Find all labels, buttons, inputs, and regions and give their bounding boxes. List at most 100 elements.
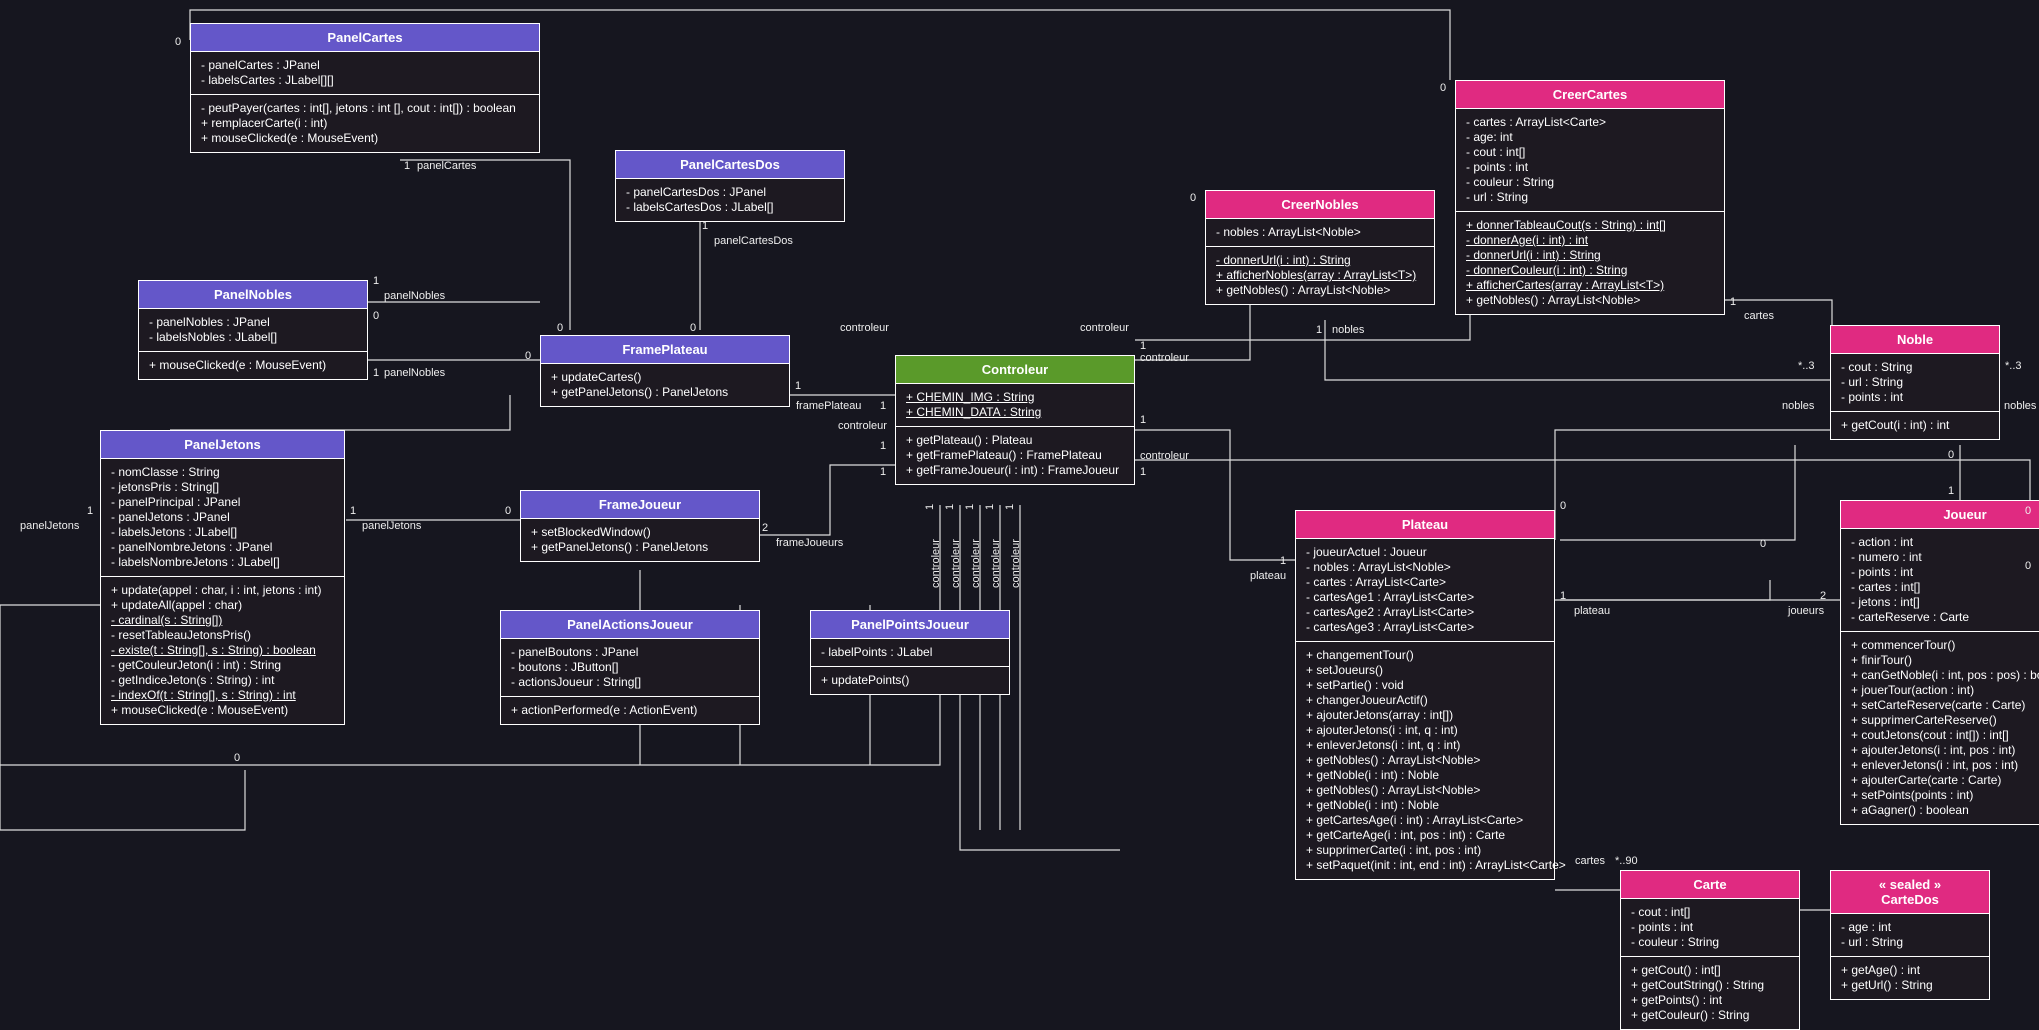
role: cartes	[1744, 310, 1774, 322]
mult: 1	[404, 160, 410, 172]
op: + getPlateau() : Plateau	[906, 433, 1124, 448]
role: cartes	[1575, 855, 1605, 867]
mult: 0	[175, 36, 181, 48]
op: + supprimerCarte(i : int, pos : int)	[1306, 843, 1544, 858]
op: - existe(t : String[], s : String) : boo…	[111, 643, 334, 658]
mult: 0	[525, 350, 531, 362]
mult: 0	[1560, 500, 1566, 512]
attr: - panelCartesDos : JPanel	[626, 185, 834, 200]
op: + setCarteReserve(carte : Carte)	[1851, 698, 2039, 713]
attr: - jetonsPris : String[]	[111, 480, 334, 495]
role: controleur	[930, 539, 942, 588]
role: panelNobles	[384, 367, 445, 379]
attr: - nobles : ArrayList<Noble>	[1306, 560, 1544, 575]
role: framePlateau	[796, 400, 861, 412]
mult: *..3	[1798, 360, 1815, 372]
attrs: - cout : int[] - points : int - couleur …	[1621, 899, 1799, 957]
class-CreerCartes: CreerCartes - cartes : ArrayList<Carte> …	[1455, 80, 1725, 315]
attrs: - nobles : ArrayList<Noble>	[1206, 219, 1434, 247]
class-title: PanelActionsJoueur	[501, 611, 759, 639]
attr: - jetons : int[]	[1851, 595, 2039, 610]
attrs: - cartes : ArrayList<Carte> - age: int -…	[1456, 109, 1724, 212]
attr: - labelsJetons : JLabel[]	[111, 525, 334, 540]
mult: 1	[373, 275, 379, 287]
attrs: + CHEMIN_IMG : String + CHEMIN_DATA : St…	[896, 384, 1134, 427]
role: controleur	[990, 539, 1002, 588]
op: + mouseClicked(e : MouseEvent)	[201, 131, 529, 146]
attr: - labelsCartesDos : JLabel[]	[626, 200, 834, 215]
op: + update(appel : char, i : int, jetons :…	[111, 583, 334, 598]
role: controleur	[840, 322, 889, 334]
mult: 1	[1004, 504, 1016, 510]
mult: 1	[924, 504, 936, 510]
mult: 1	[1948, 485, 1954, 497]
role: panelCartes	[417, 160, 476, 172]
op: + setPoints(points : int)	[1851, 788, 2039, 803]
attr: - url : String	[1841, 935, 1979, 950]
role: frameJoueurs	[776, 537, 843, 549]
attr: - cartesAge3 : ArrayList<Carte>	[1306, 620, 1544, 635]
class-title: CreerNobles	[1206, 191, 1434, 219]
attr: - url : String	[1841, 375, 1989, 390]
mult: 2	[762, 522, 768, 534]
role: controleur	[1080, 322, 1129, 334]
class-title: PanelNobles	[139, 281, 367, 309]
role: controleur	[1140, 352, 1189, 364]
mult: 1	[964, 504, 976, 510]
mult: 0	[1948, 449, 1954, 461]
op: + updateAll(appel : char)	[111, 598, 334, 613]
mult: 0	[234, 752, 240, 764]
attr: - joueurActuel : Joueur	[1306, 545, 1544, 560]
ops: + commencerTour() + finirTour() + canGet…	[1841, 632, 2039, 824]
class-title: Joueur	[1841, 501, 2039, 529]
attr: - cartes : int[]	[1851, 580, 2039, 595]
attr: - labelsNombreJetons : JLabel[]	[111, 555, 334, 570]
attr: - cartes : ArrayList<Carte>	[1466, 115, 1714, 130]
op: + setJoueurs()	[1306, 663, 1544, 678]
op: + changerJoueurActif()	[1306, 693, 1544, 708]
mult: 0	[2025, 560, 2031, 572]
mult: 0	[1760, 538, 1766, 550]
attrs: - age : int - url : String	[1831, 914, 1989, 957]
op: - donnerAge(i : int) : int	[1466, 233, 1714, 248]
mult: 0	[373, 310, 379, 322]
mult: *..3	[2005, 360, 2022, 372]
op: + getFramePlateau() : FramePlateau	[906, 448, 1124, 463]
role: panelCartesDos	[714, 235, 793, 247]
op: + getPoints() : int	[1631, 993, 1789, 1008]
attr: - panelNobles : JPanel	[149, 315, 357, 330]
op: - cardinal(s : String[])	[111, 613, 334, 628]
op: + getCoutString() : String	[1631, 978, 1789, 993]
mult: 1	[1140, 414, 1146, 426]
op: + remplacerCarte(i : int)	[201, 116, 529, 131]
mult: 1	[880, 466, 886, 478]
attr: - labelPoints : JLabel	[821, 645, 999, 660]
class-title: Plateau	[1296, 511, 1554, 539]
mult: 1	[1140, 466, 1146, 478]
ops: + update(appel : char, i : int, jetons :…	[101, 577, 344, 724]
mult: 1	[1316, 324, 1322, 336]
role: plateau	[1250, 570, 1286, 582]
op: + mouseClicked(e : MouseEvent)	[111, 703, 334, 718]
op: - getCouleurJeton(i : int) : String	[111, 658, 334, 673]
op: + canGetNoble(i : int, pos : pos) : bool…	[1851, 668, 2039, 683]
role: joueurs	[1788, 605, 1824, 617]
mult: 1	[1560, 590, 1566, 602]
mult: 1	[944, 504, 956, 510]
ops: - donnerUrl(i : int) : String + afficher…	[1206, 247, 1434, 304]
op: + ajouterCarte(carte : Carte)	[1851, 773, 2039, 788]
op: + ajouterJetons(array : int[])	[1306, 708, 1544, 723]
op: + getUrl() : String	[1841, 978, 1979, 993]
ops: + setBlockedWindow() + getPanelJetons() …	[521, 519, 759, 561]
class-Plateau: Plateau - joueurActuel : Joueur - nobles…	[1295, 510, 1555, 880]
op: + getCouleur() : String	[1631, 1008, 1789, 1023]
op: + enleverJetons(i : int, pos : int)	[1851, 758, 2039, 773]
mult: 0	[690, 322, 696, 334]
attr: - panelJetons : JPanel	[111, 510, 334, 525]
op: + getFrameJoueur(i : int) : FrameJoueur	[906, 463, 1124, 478]
class-title: PanelCartesDos	[616, 151, 844, 179]
op: + commencerTour()	[1851, 638, 2039, 653]
mult: 2	[1820, 590, 1826, 602]
op: + getPanelJetons() : PanelJetons	[531, 540, 749, 555]
role: controleur	[970, 539, 982, 588]
